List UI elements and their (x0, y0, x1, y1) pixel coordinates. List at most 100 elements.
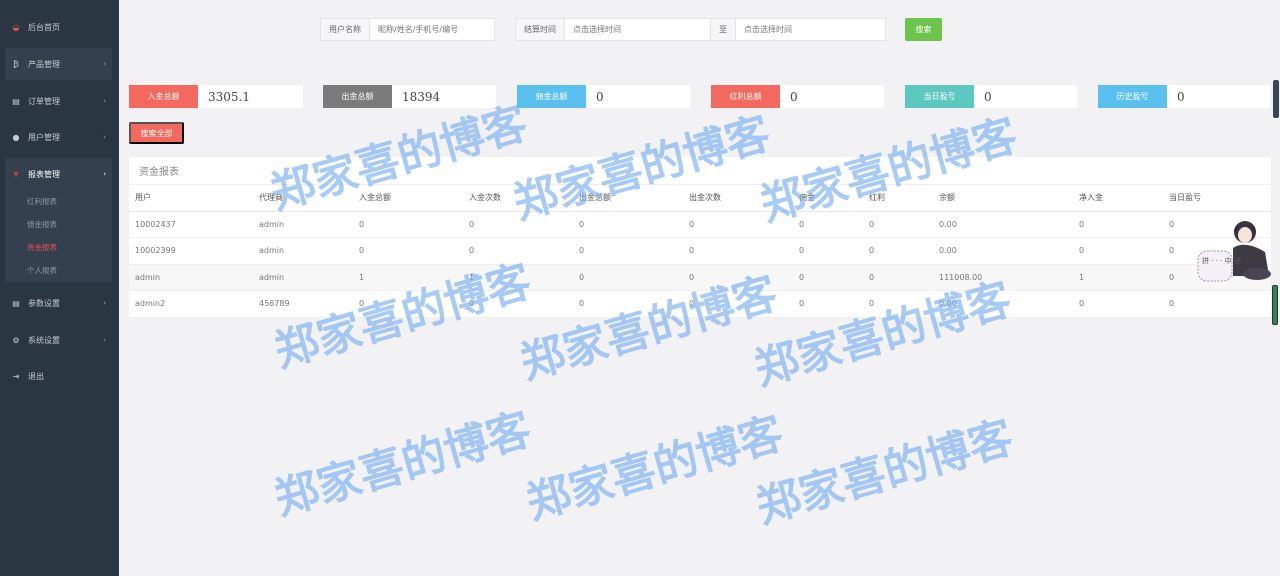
sidebar-item-label: 用户管理 (28, 132, 60, 142)
table-cell: 1 (463, 264, 573, 291)
anime-mascot-widget[interactable]: 拼 · · · 中 键 (1197, 218, 1275, 286)
side-handle[interactable] (1272, 285, 1278, 325)
table-cell: 0 (793, 237, 863, 265)
funds-report-panel: 资金报表 用户 代理商 入金总额 入金次数 出金总额 出金次数 佣金 红利 余额… (129, 157, 1271, 318)
stat-commission-total: 佣金总额 0 (517, 85, 690, 108)
table-cell: admin (253, 264, 353, 291)
sidebar-subitem-funds-report[interactable]: 资金报表 (5, 236, 112, 259)
table-cell: 0 (463, 211, 573, 238)
table-row: admin2 456789 0 0 0 0 0 0 0.00 0 0 (129, 290, 1271, 318)
table-cell: 0 (863, 211, 933, 238)
sidebar-group-report: ¥ 报表管理 › 红利报表 佣金报表 资金报表 个人报表 (5, 158, 112, 282)
column-header: 出金次数 (683, 185, 793, 212)
stat-value: 0 (984, 89, 992, 104)
table-cell: 10002437 (129, 211, 253, 238)
table-cell: 0 (1073, 290, 1163, 318)
sidebar-item-logout[interactable]: ⇥ 退出 (5, 360, 112, 392)
sidebar-item-home[interactable]: ◒ 后台首页 (5, 11, 112, 43)
table-cell: 0 (793, 264, 863, 291)
sidebar-item-label: 退出 (28, 371, 44, 381)
table-cell: 0 (793, 290, 863, 318)
table-cell: 0 (353, 290, 463, 318)
user-icon: ● (12, 132, 20, 142)
table-cell: 0.00 (933, 237, 1073, 265)
stat-value: 0 (790, 89, 798, 104)
chevron-right-icon: › (103, 97, 106, 105)
stat-value: 18394 (402, 89, 441, 104)
watermark: 郑家喜的博客 (751, 411, 1019, 534)
table-cell: 0 (683, 211, 793, 238)
username-input[interactable] (370, 19, 494, 40)
stat-label: 红利总额 (711, 85, 780, 108)
watermark: 郑家喜的博客 (269, 403, 537, 526)
sidebar-item-label: 报表管理 (28, 169, 60, 179)
copy-icon: ▤ (12, 298, 20, 308)
column-header: 入金总额 (353, 185, 463, 212)
table-cell: admin2 (129, 290, 253, 318)
table-cell: 0.00 (933, 290, 1073, 318)
sidebar-item-label: 订单管理 (28, 96, 60, 106)
sidebar-item-label: 后台首页 (28, 22, 60, 32)
table-cell: 0 (1163, 290, 1271, 318)
table-cell: 0 (683, 290, 793, 318)
table-cell: 0 (573, 237, 683, 265)
table-cell: 456789 (253, 290, 353, 318)
chevron-right-icon: › (103, 299, 106, 307)
search-button[interactable]: 搜索 (905, 18, 942, 41)
chevron-right-icon: › (103, 170, 106, 178)
table-cell: 0 (463, 237, 573, 265)
table-cell: 0 (683, 237, 793, 265)
stat-bonus-total: 红利总额 0 (711, 85, 884, 108)
search-all-button[interactable]: 搜索全部 (129, 122, 184, 144)
sidebar-subitem-commission-report[interactable]: 佣金报表 (5, 213, 112, 236)
column-header: 出金总额 (573, 185, 683, 212)
column-header: 当日盈亏 (1163, 185, 1271, 212)
copy-icon: ▤ (12, 96, 20, 106)
table-cell: 111008.00 (933, 264, 1073, 291)
table-cell: 0 (863, 237, 933, 265)
sidebar-item-label: 系统设置 (28, 335, 60, 345)
sign-out-icon: ⇥ (12, 371, 20, 381)
username-search-field: 用户名称 (320, 18, 495, 41)
table-header-row: 用户 代理商 入金总额 入金次数 出金总额 出金次数 佣金 红利 余额 净入金 … (129, 185, 1271, 212)
dashboard-icon: ◒ (12, 22, 20, 32)
table-row: admin admin 1 1 0 0 0 0 111008.00 1 0 (129, 264, 1271, 291)
sidebar-item-params[interactable]: ▤ 参数设置 › (5, 287, 112, 319)
sidebar-subitem-bonus-report[interactable]: 红利报表 (5, 190, 112, 213)
table-cell: 10002399 (129, 237, 253, 265)
column-header: 余额 (933, 185, 1073, 212)
column-header: 净入金 (1073, 185, 1163, 212)
sidebar-item-product[interactable]: ₿ 产品管理 › (5, 48, 112, 80)
stat-history-pnl: 历史盈亏 0 (1098, 85, 1270, 108)
stat-label: 佣金总额 (517, 85, 586, 108)
table-cell: 0 (463, 290, 573, 318)
sidebar-item-label: 参数设置 (28, 298, 60, 308)
table-cell: admin (253, 237, 353, 265)
stat-label: 历史盈亏 (1098, 85, 1167, 108)
table-cell: 0 (863, 290, 933, 318)
stat-value: 0 (596, 89, 604, 104)
stat-withdraw-total: 出金总额 18394 (323, 85, 496, 108)
table-cell: 0 (1073, 237, 1163, 265)
table-row: 10002399 admin 0 0 0 0 0 0 0.00 0 0 (129, 237, 1271, 265)
table-cell: 1 (1073, 264, 1163, 291)
chevron-right-icon: › (103, 336, 106, 344)
chevron-right-icon: › (103, 133, 106, 141)
sidebar-item-user[interactable]: ● 用户管理 › (5, 121, 112, 153)
sidebar: ◒ 后台首页 ₿ 产品管理 › ▤ 订单管理 › ● 用户管理 › ¥ 报表管理… (0, 0, 119, 576)
table-cell: 0 (353, 237, 463, 265)
stat-value: 0 (1177, 89, 1185, 104)
table-cell: admin (129, 264, 253, 291)
sidebar-item-order[interactable]: ▤ 订单管理 › (5, 85, 112, 117)
table-cell: 0 (353, 211, 463, 238)
table-cell: admin (253, 211, 353, 238)
sidebar-item-report[interactable]: ¥ 报表管理 › (5, 158, 112, 190)
sidebar-item-label: 产品管理 (28, 59, 60, 69)
watermark: 郑家喜的博客 (521, 407, 789, 530)
sidebar-subitem-personal-report[interactable]: 个人报表 (5, 259, 112, 282)
side-handle[interactable] (1273, 80, 1279, 118)
table-cell: 0 (683, 264, 793, 291)
sidebar-item-system[interactable]: ⚙ 系统设置 › (5, 324, 112, 356)
end-time-input[interactable] (736, 19, 885, 40)
start-time-input[interactable] (565, 19, 710, 40)
